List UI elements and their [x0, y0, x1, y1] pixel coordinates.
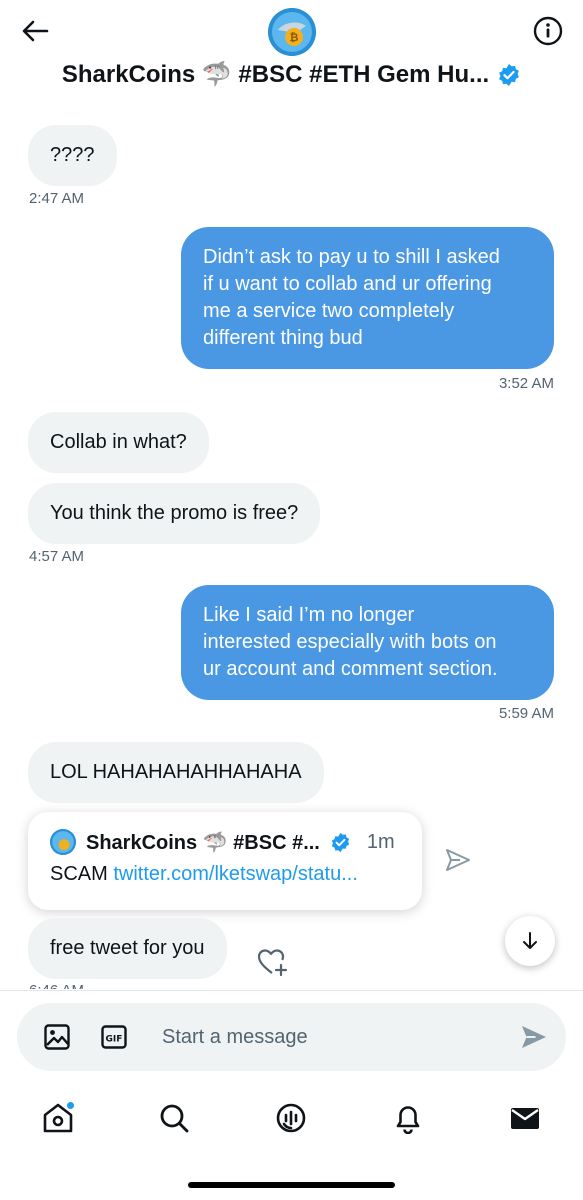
- divider: [0, 990, 583, 991]
- message-bubble-incoming[interactable]: ????: [28, 125, 117, 186]
- send-icon: [522, 1026, 546, 1048]
- verified-badge-icon: [499, 63, 520, 86]
- message-bubble-incoming[interactable]: You think the promo is free?: [28, 483, 321, 544]
- page-title: SharkCoins 🦈 #BSC #ETH Gem Hu...: [61, 61, 490, 88]
- scroll-to-bottom-button[interactable]: [505, 916, 555, 966]
- info-icon: [533, 16, 563, 46]
- nav-search[interactable]: [154, 1098, 194, 1138]
- bell-icon: [396, 1106, 420, 1134]
- gif-icon: GIF: [101, 1025, 127, 1049]
- message-text: free tweet for you: [50, 937, 205, 959]
- notification-dot: [66, 1101, 75, 1110]
- quoted-tweet-link[interactable]: twitter.com/lketswap/statu...: [113, 863, 358, 885]
- home-indicator: [188, 1182, 395, 1188]
- quoted-tweet-time: 1m: [366, 830, 395, 853]
- share-button[interactable]: [444, 846, 474, 876]
- message-text-line: different thing bud: [203, 327, 363, 349]
- verified-badge-icon: [331, 832, 350, 852]
- quoted-tweet-body: SCAM twitter.com/lketswap/statu...: [50, 863, 410, 886]
- message-text-line: Didn’t ask to pay u to shill I asked: [203, 246, 500, 268]
- nav-spaces[interactable]: [271, 1098, 311, 1138]
- message-text: Collab in what?: [50, 431, 187, 453]
- send-button[interactable]: [520, 1023, 548, 1051]
- quoted-tweet-card[interactable]: SharkCoins 🦈 #BSC #... 1m SCAM twitter.c…: [28, 812, 422, 910]
- nav-messages[interactable]: [505, 1098, 545, 1138]
- bottom-navigation: [0, 1088, 583, 1148]
- search-icon: [160, 1104, 189, 1133]
- add-image-button[interactable]: [43, 1023, 71, 1051]
- message-bubble-outgoing[interactable]: Didn’t ask to pay u to shill I asked if …: [181, 227, 554, 369]
- quoted-tweet-header: SharkCoins 🦈 #BSC #... 1m: [50, 829, 395, 855]
- message-timestamp: 2:47 AM: [29, 190, 85, 207]
- message-text-line: interested especially with bots on: [203, 631, 497, 653]
- message-bubble-incoming[interactable]: free tweet for you: [28, 918, 227, 979]
- arrow-down-icon: [523, 932, 537, 949]
- image-icon: [44, 1024, 70, 1050]
- message-text-line: me a service two completely: [203, 300, 455, 322]
- svg-text:GIF: GIF: [106, 1035, 123, 1045]
- arrow-left-icon: [22, 20, 49, 42]
- svg-text:₿: ₿: [290, 31, 299, 44]
- message-timestamp: 3:52 AM: [498, 375, 554, 392]
- message-bubble-outgoing[interactable]: Like I said I’m no longer interested esp…: [181, 585, 554, 700]
- quoted-tweet-author: SharkCoins 🦈 #BSC #...: [86, 831, 320, 854]
- spaces-icon: [276, 1103, 306, 1133]
- message-text: ????: [50, 144, 95, 166]
- message-bubble-incoming[interactable]: LOL HAHAHAHAHHAHAHA: [28, 742, 324, 803]
- quoted-tweet-text: SCAM: [50, 863, 108, 885]
- message-timestamp: 5:59 AM: [498, 705, 554, 722]
- send-icon: [446, 849, 470, 871]
- message-text-line: ur account and comment section.: [203, 658, 498, 680]
- avatar[interactable]: ₿: [268, 8, 316, 56]
- conversation-header: ₿ SharkCoins 🦈 #BSC #ETH Gem Hu...: [0, 0, 583, 102]
- conversation-title[interactable]: SharkCoins 🦈 #BSC #ETH Gem Hu...: [0, 60, 583, 89]
- message-input[interactable]: [162, 1015, 492, 1059]
- back-button[interactable]: [18, 16, 52, 46]
- message-text-line: Like I said I’m no longer: [203, 604, 415, 626]
- info-button[interactable]: [531, 14, 565, 48]
- nav-home[interactable]: [38, 1098, 78, 1138]
- message-bubble-incoming[interactable]: Collab in what?: [28, 412, 209, 473]
- add-reaction-button[interactable]: [256, 945, 290, 979]
- message-text: You think the promo is free?: [50, 502, 299, 524]
- avatar: [50, 829, 76, 855]
- message-text: LOL HAHAHAHAHHAHAHA: [50, 761, 302, 783]
- message-timestamp: 6:46 AM: [29, 983, 84, 989]
- nav-notifications[interactable]: [388, 1098, 428, 1138]
- message-timestamp: 4:57 AM: [29, 548, 85, 565]
- add-gif-button[interactable]: GIF: [100, 1023, 128, 1051]
- message-composer: GIF: [17, 1003, 566, 1071]
- message-text-line: if u want to collab and ur offering: [203, 273, 492, 295]
- heart-plus-icon: [257, 949, 288, 977]
- mail-icon: [511, 1108, 539, 1129]
